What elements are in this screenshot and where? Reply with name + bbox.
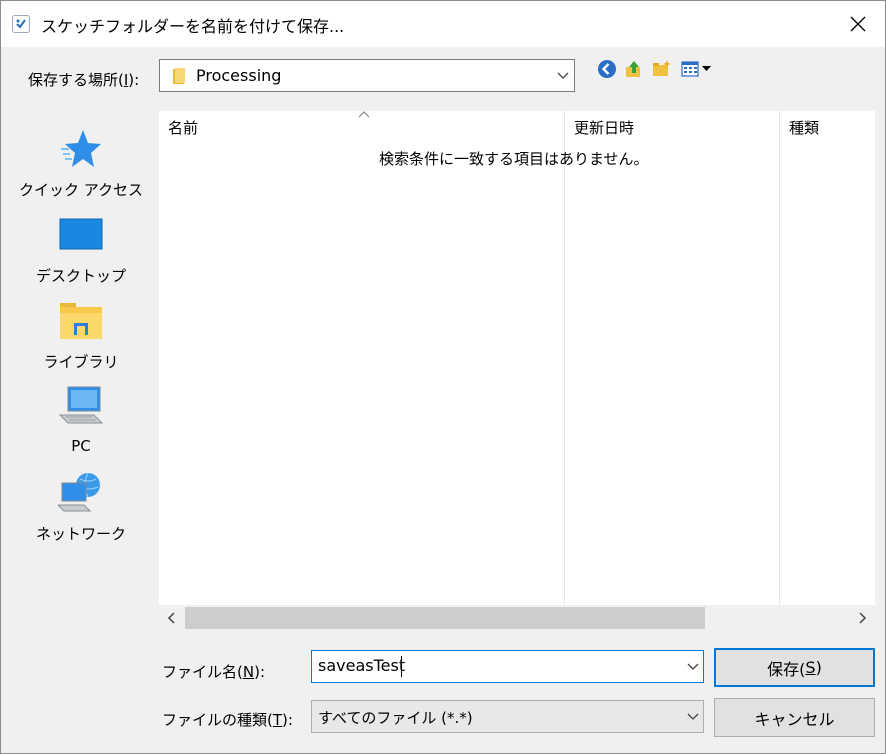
close-icon bbox=[850, 16, 866, 32]
file-name-input[interactable]: saveasTest bbox=[318, 656, 405, 675]
network-icon bbox=[58, 472, 100, 512]
file-type-dropdown[interactable]: すべてのファイル (*.*) bbox=[311, 700, 704, 733]
place-label: クイック アクセス bbox=[18, 181, 144, 199]
file-type-value: すべてのファイル (*.*) bbox=[318, 709, 473, 727]
place-label: ネットワーク bbox=[35, 525, 126, 543]
place-label: PC bbox=[71, 437, 91, 455]
place-label: デスクトップ bbox=[35, 267, 126, 285]
folder-icon bbox=[173, 68, 185, 84]
save-in-dropdown[interactable]: Processing bbox=[159, 59, 575, 92]
window-title: スケッチフォルダーを名前を付けて保存... bbox=[41, 17, 345, 36]
save-in-label: 保存する場所(I): bbox=[28, 71, 140, 89]
computer-icon bbox=[58, 386, 104, 424]
new-folder-button[interactable] bbox=[652, 59, 674, 81]
save-dialog: スケッチフォルダーを名前を付けて保存... 保存する場所(I): Process… bbox=[0, 0, 886, 754]
sort-ascending-icon bbox=[358, 111, 370, 118]
column-header-date-modified[interactable]: 更新日時 bbox=[574, 117, 634, 138]
back-button[interactable] bbox=[597, 59, 619, 81]
file-type-label: ファイルの種類(T): bbox=[162, 711, 293, 729]
save-button[interactable]: 保存(S) bbox=[714, 648, 875, 687]
places-bar: クイック アクセス デスクトップ ライブラリ PC ネットワーク bbox=[11, 111, 151, 637]
place-network[interactable]: ネットワーク bbox=[11, 463, 151, 549]
view-grid-icon bbox=[681, 61, 711, 77]
close-button[interactable] bbox=[845, 11, 871, 37]
empty-list-message: 検索条件に一致する項目はありません。 bbox=[379, 150, 649, 168]
file-list-view[interactable]: 名前 更新日時 種類 検索条件に一致する項目はありません。 bbox=[159, 111, 875, 635]
up-one-level-button[interactable] bbox=[624, 59, 646, 81]
column-divider[interactable] bbox=[779, 111, 780, 605]
star-icon bbox=[61, 130, 101, 167]
scroll-right-icon[interactable] bbox=[854, 610, 870, 626]
new-folder-icon bbox=[653, 60, 671, 76]
file-name-combobox[interactable]: saveasTest bbox=[311, 650, 704, 683]
chevron-down-icon bbox=[684, 701, 702, 732]
text-cursor bbox=[401, 656, 402, 677]
desktop-icon bbox=[59, 218, 103, 250]
save-in-value: Processing bbox=[196, 66, 282, 85]
place-libraries[interactable]: ライブラリ bbox=[11, 291, 151, 377]
processing-app-icon bbox=[12, 15, 30, 33]
view-menu-button[interactable] bbox=[681, 59, 713, 81]
place-quick-access[interactable]: クイック アクセス bbox=[11, 119, 151, 205]
horizontal-scrollbar[interactable] bbox=[159, 605, 875, 635]
place-label: ライブラリ bbox=[43, 353, 119, 371]
library-icon bbox=[60, 303, 102, 339]
place-desktop[interactable]: デスクトップ bbox=[11, 205, 151, 291]
scroll-left-icon[interactable] bbox=[164, 610, 180, 626]
title-bar: スケッチフォルダーを名前を付けて保存... bbox=[1, 1, 885, 47]
scrollbar-thumb[interactable] bbox=[185, 607, 705, 629]
folder-up-icon bbox=[626, 61, 640, 77]
column-header-name[interactable]: 名前 bbox=[168, 117, 198, 138]
back-arrow-icon bbox=[598, 60, 616, 78]
chevron-down-icon[interactable] bbox=[684, 651, 702, 682]
place-pc[interactable]: PC bbox=[11, 377, 151, 463]
chevron-down-icon bbox=[554, 60, 572, 91]
file-name-label: ファイル名(N): bbox=[162, 663, 265, 681]
column-header-type[interactable]: 種類 bbox=[789, 117, 819, 138]
cancel-button[interactable]: キャンセル bbox=[714, 698, 875, 737]
column-divider[interactable] bbox=[564, 111, 565, 605]
